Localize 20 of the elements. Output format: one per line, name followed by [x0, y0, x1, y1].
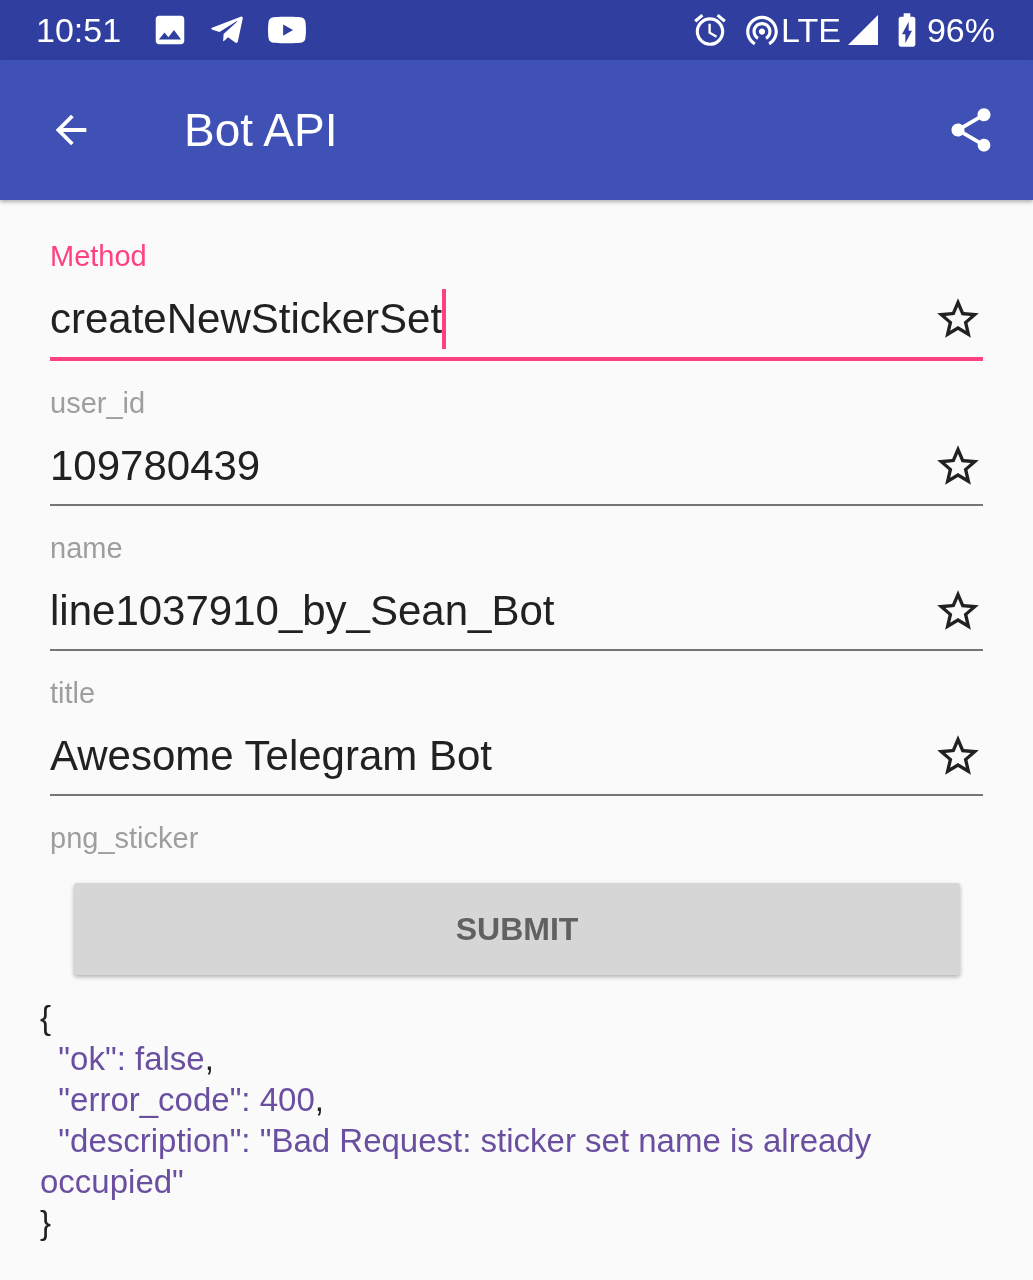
- field-value: 109780439: [50, 442, 261, 490]
- field-label: png_sticker: [50, 822, 200, 855]
- text-field[interactable]: Awesome Telegram Bot: [50, 718, 983, 796]
- clock-time: 10:51: [36, 10, 122, 50]
- field-value: createNewStickerSet: [50, 295, 443, 343]
- text-field[interactable]: line1037910_by_Sean_Bot: [50, 573, 983, 651]
- field-label: user_id: [50, 387, 147, 420]
- field-value: Awesome Telegram Bot: [50, 732, 492, 780]
- text-field[interactable]: createNewStickerSet: [50, 281, 983, 361]
- battery-percent: 96%: [926, 10, 995, 50]
- field-label: name: [50, 532, 124, 565]
- field-label: Method: [50, 240, 148, 273]
- network-type: LTE: [781, 10, 841, 50]
- app-title: Bot API: [184, 103, 339, 157]
- field-value: line1037910_by_Sean_Bot: [50, 587, 555, 635]
- submit-button[interactable]: SUBMIT: [74, 883, 960, 975]
- field-label: title: [50, 677, 97, 710]
- text-cursor: [442, 289, 447, 349]
- text-field[interactable]: 109780439: [50, 428, 983, 506]
- json-response: { "ok": false, "error_code": 400, "description": "Bad Request: sticker set name is already occupied" }: [40, 998, 873, 1243]
